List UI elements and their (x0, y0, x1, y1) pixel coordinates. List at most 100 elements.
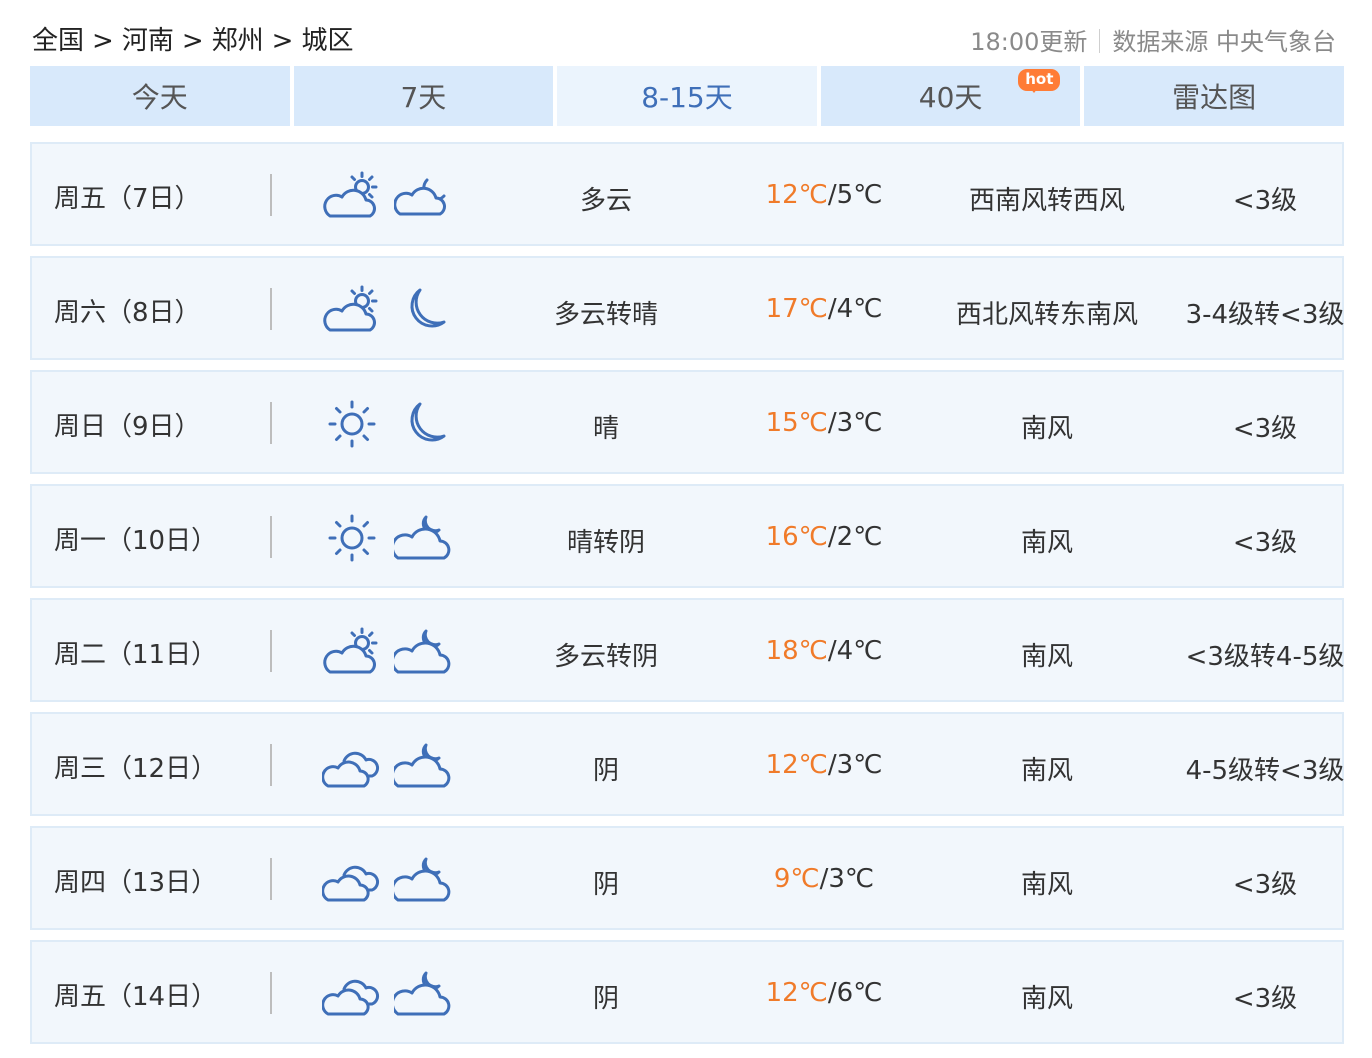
moon-icon (410, 402, 446, 442)
update-time: 18:00更新 (970, 28, 1088, 56)
wind-level: <3级 (1232, 186, 1298, 216)
wind-direction: 西南风转西风 (968, 186, 1125, 216)
tab-radar[interactable]: 雷达图 (1084, 66, 1344, 126)
breadcrumb-separator: > (181, 26, 204, 56)
day-label: 周四（13日） (54, 868, 218, 898)
weather-description: 阴 (592, 756, 619, 786)
breadcrumb-separator: > (271, 26, 294, 56)
day-label: 周一（10日） (54, 526, 218, 556)
breadcrumb-item-national[interactable]: 全国 (32, 20, 84, 57)
weather-description: 多云转阴 (553, 642, 658, 672)
hot-badge: hot (1018, 69, 1061, 93)
weather-description: 晴转阴 (566, 528, 645, 558)
overcast-icon (322, 865, 380, 902)
tab-40-days[interactable]: 40天 hot (820, 66, 1081, 126)
wind-direction: 南风 (1020, 984, 1073, 1014)
weather-description: 阴 (592, 870, 619, 900)
sun-icon (328, 514, 376, 562)
low-temperature: /5℃ (827, 180, 883, 210)
row-divider (270, 402, 272, 444)
sun-icon (328, 400, 376, 448)
overcast-night-icon (394, 515, 451, 560)
overcast-night-icon (394, 629, 451, 674)
row-divider (270, 174, 272, 216)
temperature: 12℃/3℃ (724, 750, 924, 780)
partly-cloudy-day-icon (323, 285, 378, 332)
wind-level: 4-5级转<3级 (1185, 756, 1345, 786)
wind-level: <3级 (1232, 528, 1298, 558)
tab-today[interactable]: 今天 (30, 66, 290, 126)
wind-direction: 南风 (1020, 642, 1073, 672)
day-label: 周三（12日） (54, 754, 218, 784)
meta-divider (1099, 29, 1101, 53)
high-temperature: 15℃ (765, 408, 828, 438)
wind-level: <3级 (1232, 984, 1298, 1014)
breadcrumb-item-henan[interactable]: 河南 (122, 20, 174, 57)
high-temperature: 18℃ (765, 636, 828, 666)
day-label: 周日（9日） (54, 412, 201, 442)
wind-level: <3级转4-5级 (1185, 642, 1345, 672)
day-label: 周二（11日） (54, 640, 218, 670)
low-temperature: /4℃ (827, 294, 883, 324)
wind-level: <3级 (1232, 414, 1298, 444)
tab-8-15-days[interactable]: 8-15天 (557, 66, 817, 126)
temperature: 12℃/5℃ (724, 180, 924, 210)
overcast-icon (322, 751, 380, 788)
weather-description: 晴 (592, 414, 619, 444)
low-temperature: /4℃ (827, 636, 883, 666)
partly-cloudy-night-icon (394, 178, 446, 216)
breadcrumb-item-zhengzhou[interactable]: 郑州 (212, 20, 264, 57)
high-temperature: 16℃ (765, 522, 828, 552)
row-divider (270, 630, 272, 672)
wind-direction: 南风 (1020, 528, 1073, 558)
row-divider (270, 288, 272, 330)
high-temperature: 12℃ (765, 750, 828, 780)
day-label: 周五（14日） (54, 982, 218, 1012)
data-source: 数据来源 中央气象台 (1112, 28, 1336, 56)
high-temperature: 12℃ (765, 978, 828, 1008)
overcast-night-icon (394, 971, 451, 1016)
top-bar: 全国 > 河南 > 郑州 > 城区 18:00更新 数据来源 中央气象台 (0, 0, 1372, 66)
row-divider (270, 972, 272, 1014)
row-divider (270, 744, 272, 786)
low-temperature: /2℃ (827, 522, 883, 552)
high-temperature: 17℃ (765, 294, 828, 324)
row-divider (270, 858, 272, 900)
low-temperature: /3℃ (819, 864, 875, 894)
tab-7-days[interactable]: 7天 (293, 66, 554, 126)
moon-icon (410, 288, 446, 328)
forecast-list: 周五（7日） 多云 12℃/5℃ 西南风转西风 <3级 周六（8日） 多云转晴 17℃/4℃ 西… (30, 142, 1344, 1054)
high-temperature: 9℃ (773, 864, 820, 894)
forecast-row: 周三（12日） 阴 12℃/3℃ 南风 4-5级转<3级 (30, 712, 1344, 816)
forecast-tabs: 今天 7天 8-15天 40天 hot 雷达图 (30, 66, 1344, 126)
breadcrumb-item-district: 城区 (301, 26, 354, 56)
wind-direction: 南风 (1020, 414, 1073, 444)
temperature: 17℃/4℃ (724, 294, 924, 324)
forecast-row: 周五（14日） 阴 12℃/6℃ 南风 <3级 (30, 940, 1344, 1044)
update-meta: 18:00更新 数据来源 中央气象台 (970, 22, 1336, 57)
wind-level: <3级 (1232, 870, 1298, 900)
forecast-row: 周日（9日） 晴 15℃/3℃ 南风 <3级 (30, 370, 1344, 474)
forecast-row: 周二（11日） 多云转阴 18℃/4℃ 南风 <3级转4-5级 (30, 598, 1344, 702)
temperature: 16℃/2℃ (724, 522, 924, 552)
wind-direction: 南风 (1020, 870, 1073, 900)
temperature: 18℃/4℃ (724, 636, 924, 666)
weather-description: 阴 (592, 984, 619, 1014)
weather-description: 多云转晴 (553, 300, 658, 330)
wind-level: 3-4级转<3级 (1185, 300, 1345, 330)
low-temperature: /6℃ (827, 978, 883, 1008)
forecast-row: 周一（10日） 晴转阴 16℃/2℃ 南风 <3级 (30, 484, 1344, 588)
tab-40-days-label: 40天 (918, 81, 983, 114)
row-divider (270, 516, 272, 558)
forecast-row: 周六（8日） 多云转晴 17℃/4℃ 西北风转东南风 3-4级转<3级 (30, 256, 1344, 360)
wind-direction: 南风 (1020, 756, 1073, 786)
breadcrumb: 全国 > 河南 > 郑州 > 城区 (32, 20, 353, 57)
day-label: 周六（8日） (54, 298, 201, 328)
overcast-night-icon (394, 743, 451, 788)
low-temperature: /3℃ (827, 750, 883, 780)
weather-description: 多云 (579, 186, 632, 216)
breadcrumb-separator: > (92, 26, 114, 56)
forecast-row: 周四（13日） 阴 9℃/3℃ 南风 <3级 (30, 826, 1344, 930)
partly-cloudy-day-icon (323, 627, 378, 674)
low-temperature: /3℃ (827, 408, 883, 438)
